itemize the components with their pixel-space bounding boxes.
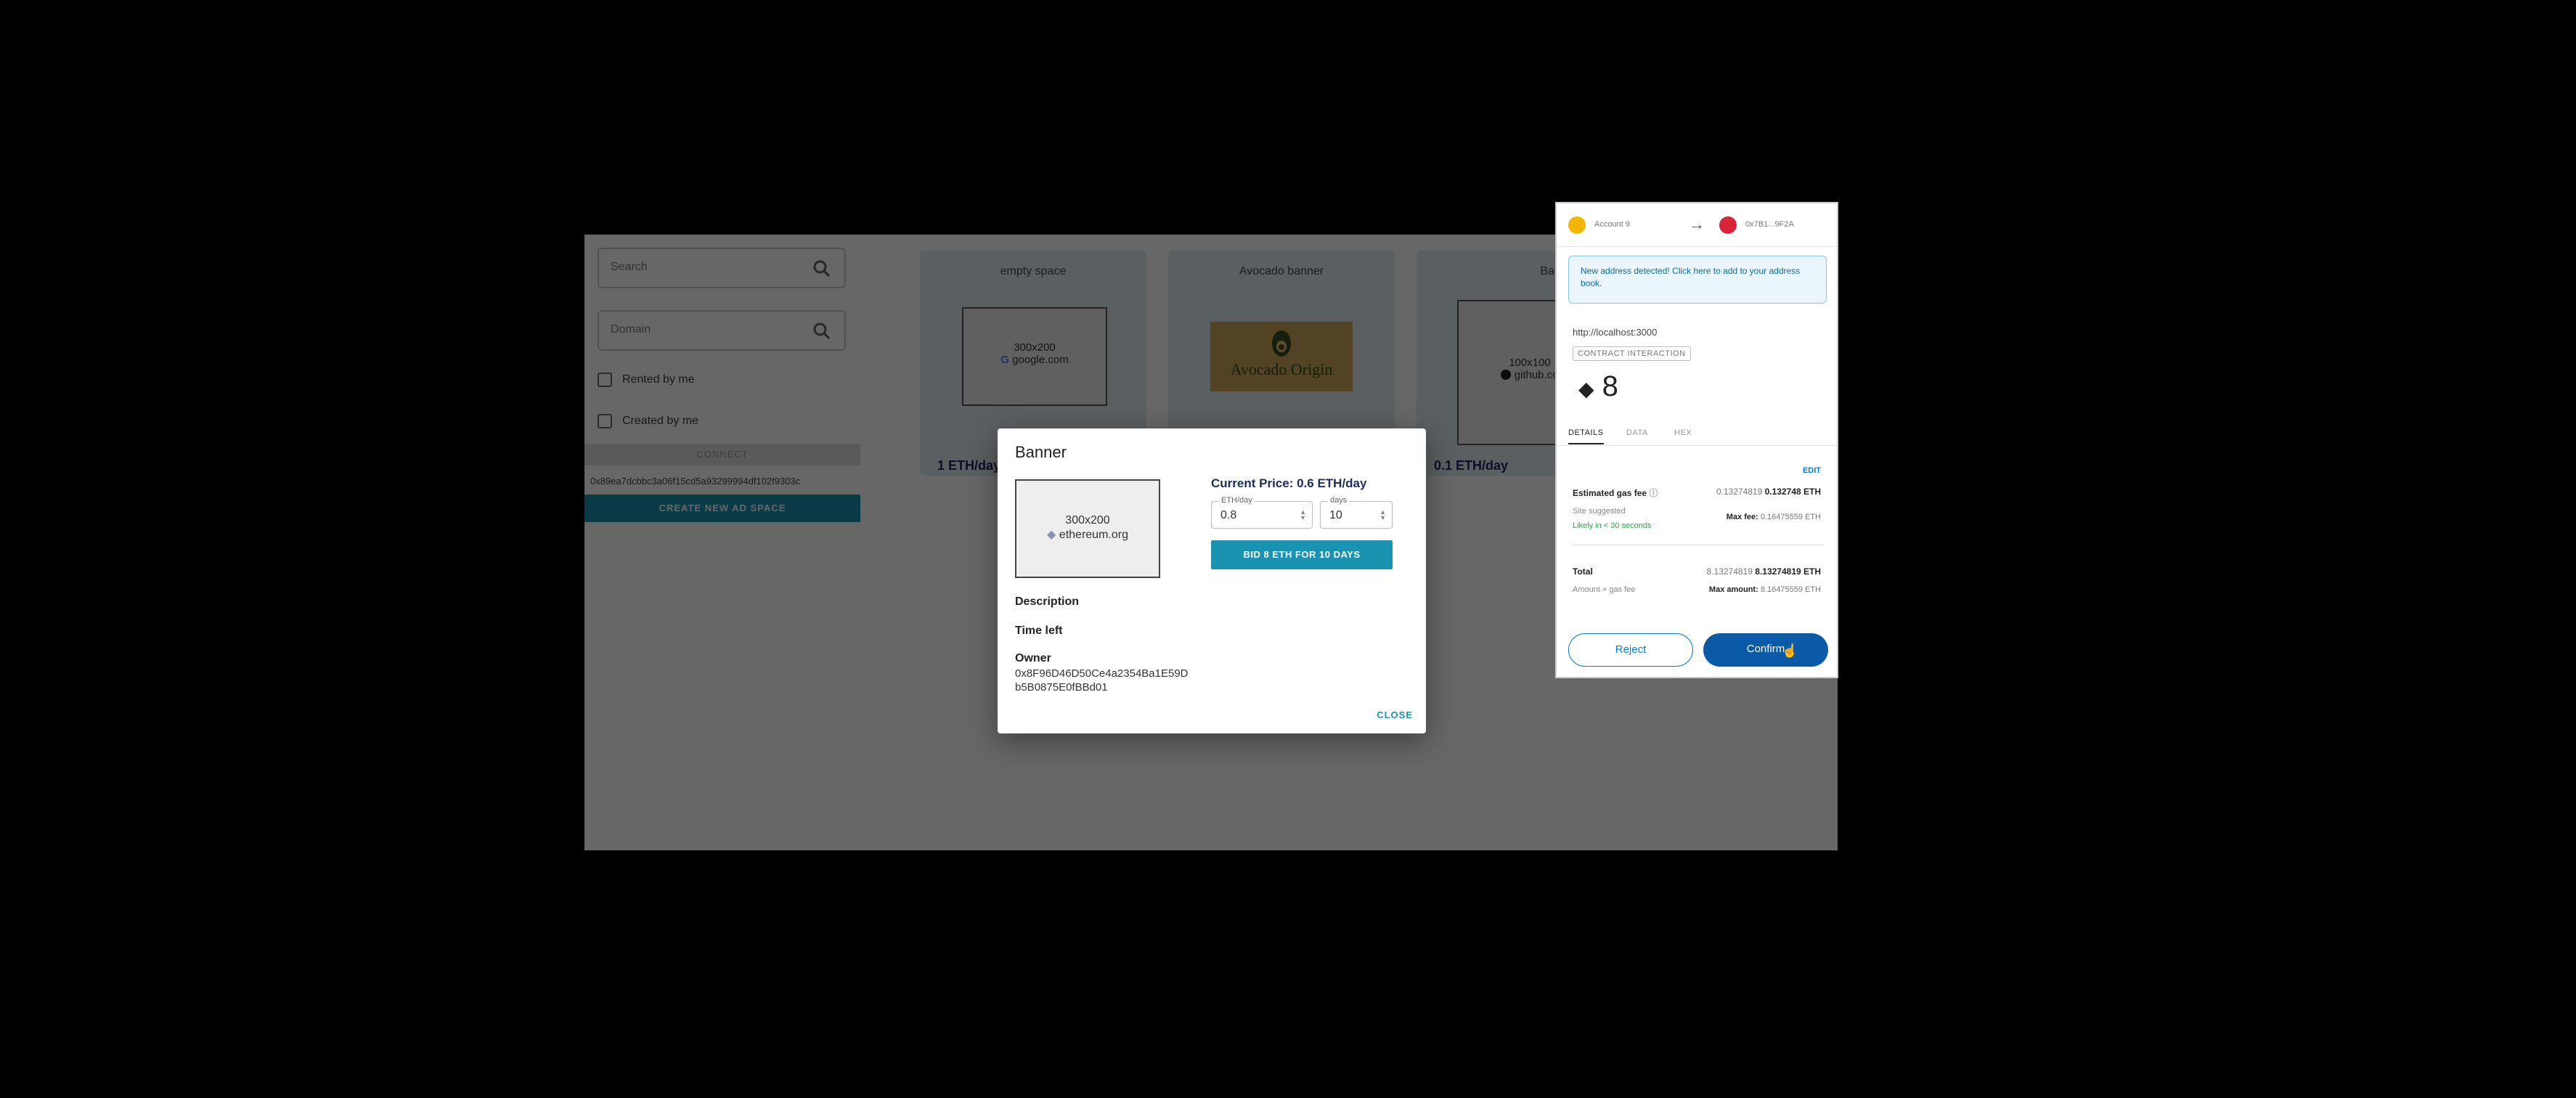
tab-data[interactable]: DATA xyxy=(1626,428,1648,437)
amount-gas-label: Amount + gas fee xyxy=(1573,585,1636,594)
banner-dialog: Banner 300x200 ◆ ethereum.org Current Pr… xyxy=(998,428,1426,733)
current-price: Current Price: 0.6 ETH/day xyxy=(1211,476,1367,490)
arrow-right-icon: → xyxy=(1689,215,1705,233)
likely-time: Likely in < 30 seconds xyxy=(1573,521,1652,530)
stepper-icon[interactable]: ▲ ▼ xyxy=(1379,509,1386,521)
account-to[interactable]: 0x7B1...9F2A xyxy=(1745,220,1794,229)
details-tabs: DETAILS DATA HEX xyxy=(1557,421,1837,446)
tab-details[interactable]: DETAILS xyxy=(1568,428,1604,444)
site-suggested: Site suggested xyxy=(1573,507,1626,516)
eth-per-day-label: ETH/day xyxy=(1219,496,1255,505)
total-label: Total xyxy=(1573,566,1593,577)
total: 8.13274819 8.13274819 ETH xyxy=(1707,566,1821,577)
tab-hex[interactable]: HEX xyxy=(1674,428,1692,437)
confirm-button[interactable]: Confirm xyxy=(1703,633,1828,667)
origin-url: http://localhost:3000 xyxy=(1573,327,1658,338)
description-label: Description xyxy=(1015,595,1080,608)
gas-fee-label-text: Estimated gas fee xyxy=(1573,488,1647,498)
max-amount-label: Max amount: xyxy=(1708,585,1758,594)
amount-value: 8 xyxy=(1602,370,1618,402)
max-fee: Max fee: 0.16475559 ETH xyxy=(1727,513,1821,521)
cursor-icon: ☝ xyxy=(1782,643,1798,658)
ethereum-icon: ◆ xyxy=(1047,529,1056,541)
gas-fee-label: Estimated gas fee ⓘ xyxy=(1573,487,1658,499)
new-address-notice[interactable]: New address detected! Click here to add … xyxy=(1568,256,1827,304)
max-amount-value: 8.16475559 ETH xyxy=(1760,585,1821,594)
eth-per-day-input[interactable]: ETH/day 0.8 ▲ ▼ xyxy=(1211,496,1313,529)
close-button[interactable]: CLOSE xyxy=(1377,709,1413,720)
contract-interaction-tag: CONTRACT INTERACTION xyxy=(1573,346,1691,361)
stepper-icon[interactable]: ▲ ▼ xyxy=(1300,509,1306,521)
total-value: 8.13274819 ETH xyxy=(1755,566,1821,577)
preview-size: 300x200 xyxy=(1065,514,1110,526)
dialog-title: Banner xyxy=(1015,443,1067,461)
recipient-avatar xyxy=(1719,216,1737,234)
gas-fee-value: 0.132748 ETH xyxy=(1764,487,1821,497)
reject-button[interactable]: Reject xyxy=(1568,633,1693,667)
eth-per-day-value: 0.8 xyxy=(1220,509,1237,521)
info-icon[interactable]: ⓘ xyxy=(1649,488,1658,498)
max-fee-label: Max fee: xyxy=(1726,513,1758,521)
amount: ◆ 8 xyxy=(1578,370,1618,403)
metamask-popup: Account 9 → 0x7B1...9F2A New address det… xyxy=(1555,202,1838,678)
account-avatar xyxy=(1568,216,1586,234)
max-amount: Max amount: 8.16475559 ETH xyxy=(1709,585,1821,594)
days-input[interactable]: days 10 ▲ ▼ xyxy=(1320,496,1393,529)
max-fee-value: 0.16475559 ETH xyxy=(1760,513,1821,521)
banner-preview: 300x200 ◆ ethereum.org xyxy=(1015,479,1160,578)
owner-label: Owner xyxy=(1015,652,1051,664)
preview-domain: ethereum.org xyxy=(1059,529,1128,541)
eth-icon: ◆ xyxy=(1578,378,1594,400)
owner-address-line1: 0x8F96D46D50Ce4a2354Ba1E59D xyxy=(1015,667,1189,680)
bid-button[interactable]: BID 8 ETH FOR 10 DAYS xyxy=(1211,540,1393,569)
gas-fee-small: 0.13274819 xyxy=(1716,487,1763,497)
account-header: Account 9 → 0x7B1...9F2A xyxy=(1557,203,1837,247)
days-value: 10 xyxy=(1329,509,1342,521)
time-left-label: Time left xyxy=(1015,625,1063,637)
total-small: 8.13274819 xyxy=(1706,566,1753,577)
days-label: days xyxy=(1328,496,1350,505)
edit-button[interactable]: EDIT xyxy=(1803,466,1821,475)
gas-fee: 0.13274819 0.132748 ETH xyxy=(1716,487,1821,497)
owner-address: 0x8F96D46D50Ce4a2354Ba1E59D b5B0875E0fBB… xyxy=(1015,667,1189,694)
account-from: Account 9 xyxy=(1594,220,1630,229)
owner-address-line2: b5B0875E0fBBd01 xyxy=(1015,681,1108,694)
